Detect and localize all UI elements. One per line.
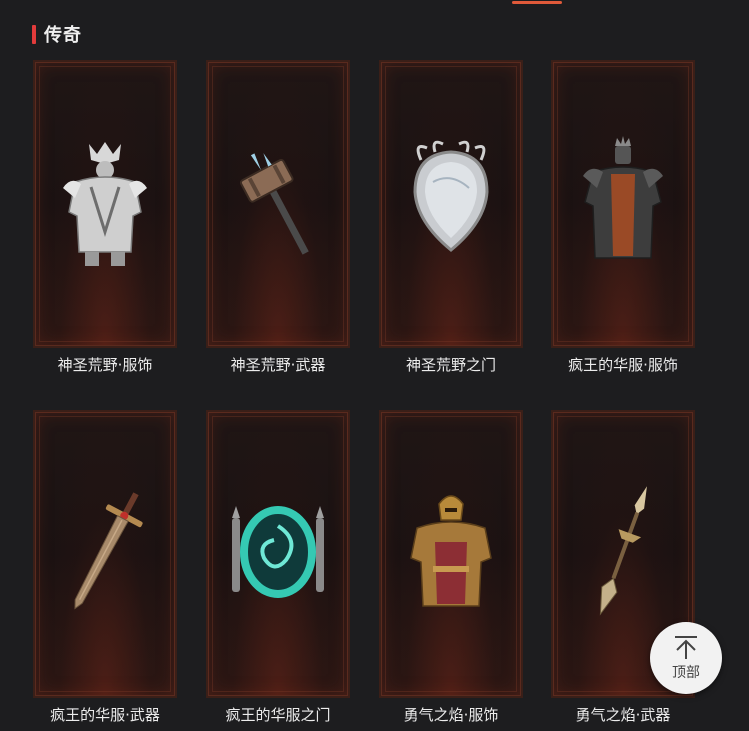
section-header: 传奇 (32, 22, 82, 46)
item-name: 神圣荒野·服饰 (57, 356, 153, 374)
portal-teal-icon (232, 506, 324, 598)
section-title: 传奇 (44, 25, 82, 46)
armor-dark-icon (583, 136, 663, 259)
item-card[interactable]: 勇气之焰·服饰 (379, 410, 523, 724)
back-to-top-label: 顶部 (672, 665, 700, 681)
section-accent-bar (32, 24, 36, 44)
mirror-portal-icon (413, 140, 489, 252)
armor-white-icon (63, 142, 147, 266)
item-name: 神圣荒野之门 (405, 356, 496, 374)
item-name: 疯王的华服之门 (225, 706, 331, 724)
item-card[interactable]: 神圣荒野·武器 (206, 60, 350, 374)
item-card[interactable]: 疯王的华服之门 (206, 410, 350, 724)
item-card[interactable]: 疯王的华服·武器 (33, 410, 177, 724)
arrow-up-bar-icon (675, 636, 697, 659)
armor-gold-icon (410, 495, 492, 607)
item-name: 神圣荒野·武器 (230, 356, 326, 374)
active-tab-indicator (512, 1, 562, 4)
item-name: 勇气之焰·武器 (575, 706, 671, 724)
item-name: 勇气之焰·服饰 (403, 706, 499, 724)
item-name: 疯王的华服·武器 (50, 706, 160, 724)
sword-red-icon (74, 492, 143, 610)
item-card[interactable]: 神圣荒野之门 (379, 60, 523, 374)
spear-gold-icon (599, 486, 647, 616)
item-name: 疯王的华服·服饰 (568, 356, 678, 374)
item-card[interactable]: 疯王的华服·服饰 (551, 60, 695, 374)
hammer-icon (239, 153, 309, 255)
back-to-top-button[interactable]: 顶部 (650, 622, 722, 694)
item-card[interactable]: 神圣荒野·服饰 (33, 60, 177, 374)
